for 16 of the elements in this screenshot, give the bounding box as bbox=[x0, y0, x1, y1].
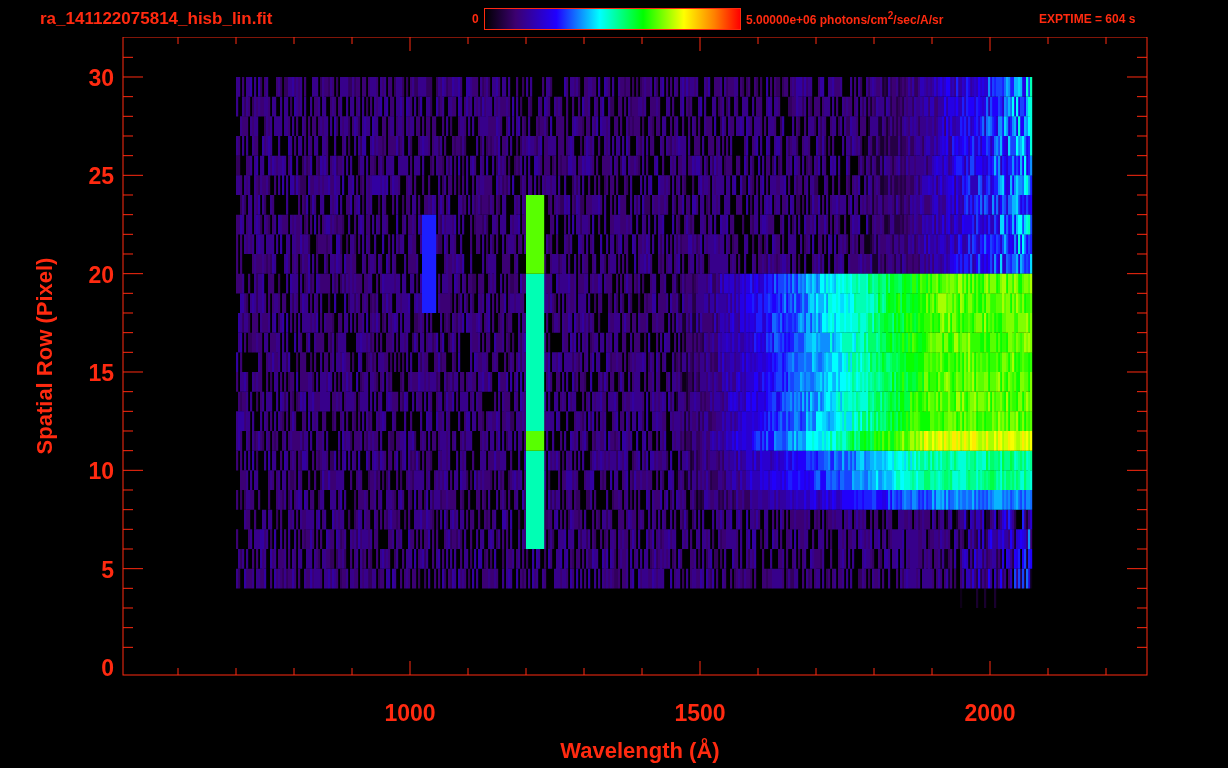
x-tick-label: 1500 bbox=[674, 700, 726, 726]
exposure-time: EXPTIME = 604 s bbox=[1039, 11, 1136, 26]
y-tick-label: 15 bbox=[88, 360, 114, 386]
file-name: ra_141122075814_hisb_lin.fit bbox=[40, 8, 274, 29]
y-tick-label: 5 bbox=[101, 556, 114, 583]
x-axis-title: Wavelength (Å) bbox=[560, 738, 720, 763]
y-tick-label: 10 bbox=[88, 458, 114, 485]
colorbar-min-label: 0 bbox=[472, 11, 480, 26]
x-tick-label: 2000 bbox=[964, 700, 1016, 726]
y-tick-label: 30 bbox=[88, 65, 114, 91]
y-tick-label: 25 bbox=[88, 163, 114, 190]
y-axis-title: Spatial Row (Pixel) bbox=[32, 257, 57, 455]
x-tick-label: 1000 bbox=[384, 700, 436, 726]
colorbar-max-label: 5.00000e+06 photons/cm$^{2}$/sec/A/sr bbox=[746, 10, 945, 27]
y-tick-label: 0 bbox=[101, 655, 114, 681]
y-tick-label: 20 bbox=[88, 261, 114, 288]
